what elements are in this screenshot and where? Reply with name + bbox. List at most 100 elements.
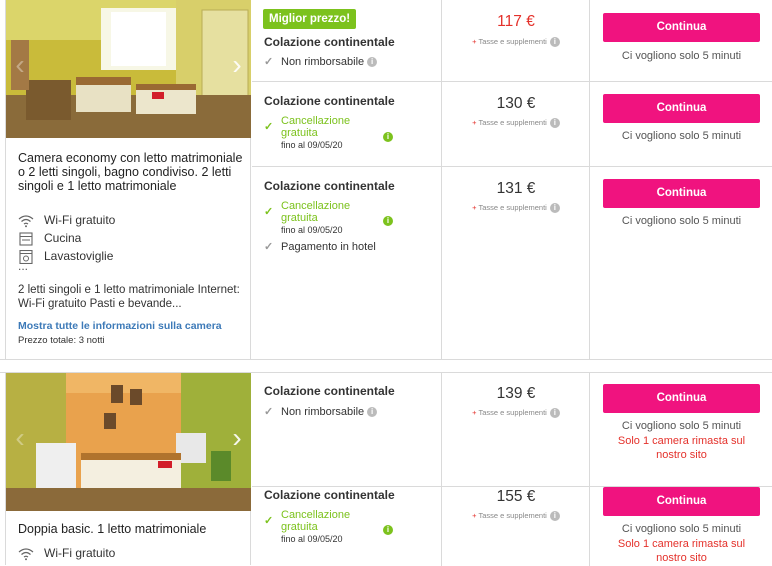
price: 139 € [496, 385, 536, 402]
info-icon[interactable]: i [549, 511, 560, 522]
condition-non-refundable: ✓ Non rimborsabile i [264, 405, 378, 418]
free-cancellation-label: Cancellazione [281, 115, 351, 127]
cta-cell: Continua Ci vogliono solo 5 minuti [591, 0, 772, 81]
condition-pay-at-hotel: ✓ Pagamento in hotel [264, 240, 376, 253]
continue-button[interactable]: Continua [603, 94, 760, 123]
room-info: ‹ › Camera economy con letto matrimonial… [5, 0, 251, 359]
amenity-item: Wi-Fi gratuito [18, 212, 115, 228]
price-cell: 117 € + Tasse e supplementi i [443, 0, 590, 81]
photo-prev-arrow[interactable]: ‹ [10, 423, 30, 453]
photo-next-arrow[interactable]: › [227, 423, 247, 453]
amenity-label: Lavastoviglie [44, 249, 114, 263]
price-cell: 155 € + Tasse e supplementi i [443, 487, 590, 566]
info-icon[interactable]: i [383, 525, 393, 535]
time-note: Ci vogliono solo 5 minuti [621, 215, 742, 227]
cta-cell: Continua Ci vogliono solo 5 minuti Solo … [591, 487, 772, 566]
wifi-icon [18, 214, 34, 228]
room-list: ‹ › Camera economy con letto matrimonial… [0, 0, 772, 566]
condition-label: Pagamento in hotel [281, 241, 376, 253]
room-photo-image [6, 0, 251, 138]
price-cell: 139 € + Tasse e supplementi i [443, 373, 590, 486]
availability-warning: Solo 1 camera rimasta sul nostro sito [617, 538, 746, 564]
amenity-item: Lavastoviglie [18, 248, 113, 264]
meal-plan: Colazione continentale [264, 488, 395, 502]
taxes-label: + Tasse e supplementi i [443, 511, 589, 522]
info-icon[interactable]: i [383, 216, 393, 226]
availability-warning: Solo 1 camera rimasta sul nostro sito [617, 435, 746, 461]
kitchen-icon [18, 232, 34, 246]
time-note: Ci vogliono solo 5 minuti [621, 523, 742, 535]
info-icon[interactable]: i [367, 407, 378, 418]
check-icon: ✓ [264, 406, 274, 418]
check-icon: ✓ [264, 515, 274, 527]
price-cell: 131 € + Tasse e supplementi i [443, 167, 590, 360]
condition-free-cancellation: ✓ Cancellazione gratuita fino al 09/05/20 [264, 115, 350, 151]
info-icon[interactable]: i [367, 57, 378, 68]
info-icon[interactable]: i [549, 37, 560, 48]
continue-button[interactable]: Continua [603, 13, 760, 42]
room-title: Camera economy con letto matrimoniale o … [18, 151, 243, 193]
cancel-until-date: fino al 09/05/20 [281, 140, 343, 150]
photo-next-arrow[interactable]: › [227, 50, 247, 80]
amenity-label: Wi-Fi gratuito [44, 546, 116, 560]
rate-option: Colazione continentale ✓ Cancellazione gra… [252, 82, 442, 166]
room-photo[interactable]: ‹ › [6, 373, 251, 511]
meal-plan: Colazione continentale [264, 35, 395, 49]
total-price-label: Prezzo totale: 3 notti [18, 335, 105, 346]
amenity-item: Cucina [18, 230, 81, 246]
taxes-label: + Tasse e supplementi i [443, 203, 589, 214]
price-cell: 130 € + Tasse e supplementi i [443, 82, 590, 166]
room-card: ‹ › Doppia basic. 1 letto matrimoniale W… [0, 372, 772, 566]
meal-plan: Colazione continentale [264, 94, 395, 108]
price: 155 € [496, 488, 536, 505]
condition-label: Non rimborsabile [281, 406, 365, 418]
continue-button[interactable]: Continua [603, 179, 760, 208]
cta-cell: Continua Ci vogliono solo 5 minuti Solo … [591, 373, 772, 486]
free-cancellation-label: Cancellazione [281, 509, 351, 521]
room-card: ‹ › Camera economy con letto matrimonial… [0, 0, 772, 360]
cancel-until-date: fino al 09/05/20 [281, 225, 343, 235]
time-note: Ci vogliono solo 5 minuti [621, 50, 742, 62]
room-photo-image [6, 373, 251, 511]
check-icon: ✓ [264, 56, 274, 68]
amenity-label: Wi-Fi gratuito [44, 213, 116, 227]
continue-button[interactable]: Continua [603, 384, 760, 413]
room-description: 2 letti singoli e 1 letto matrimoniale I… [18, 284, 240, 310]
continue-button[interactable]: Continua [603, 487, 760, 516]
price: 131 € [496, 180, 536, 197]
rate-option: Miglior prezzo! Colazione continentale ✓… [252, 0, 442, 81]
taxes-label: + Tasse e supplementi i [443, 118, 589, 129]
amenity-item: Wi-Fi gratuito [18, 545, 115, 561]
info-icon[interactable]: i [549, 408, 560, 419]
condition-non-refundable: ✓ Non rimborsabile i [264, 55, 378, 68]
info-icon[interactable]: i [549, 203, 560, 214]
price: 117 € [497, 13, 535, 30]
rate-option: Colazione continentale ✓ Cancellazione gra… [252, 487, 442, 566]
condition-free-cancellation: ✓ Cancellazione gratuita fino al 09/05/20 [264, 509, 350, 545]
check-icon: ✓ [264, 241, 274, 253]
check-icon: ✓ [264, 206, 274, 218]
wifi-icon [18, 547, 34, 561]
free-cancellation-label-2: gratuita [281, 127, 318, 139]
room-info: ‹ › Doppia basic. 1 letto matrimoniale W… [5, 373, 251, 565]
free-cancellation-label-2: gratuita [281, 212, 318, 224]
room-title: Doppia basic. 1 letto matrimoniale [18, 522, 207, 536]
best-price-badge: Miglior prezzo! [263, 9, 357, 29]
cta-cell: Continua Ci vogliono solo 5 minuti [591, 82, 772, 166]
time-note: Ci vogliono solo 5 minuti [621, 420, 742, 432]
more-amenities: ... [18, 259, 29, 273]
info-icon[interactable]: i [383, 132, 393, 142]
condition-label: Non rimborsabile [281, 56, 365, 68]
meal-plan: Colazione continentale [264, 384, 395, 398]
photo-prev-arrow[interactable]: ‹ [10, 50, 30, 80]
price: 130 € [496, 95, 536, 112]
free-cancellation-label: Cancellazione [281, 200, 351, 212]
condition-free-cancellation: ✓ Cancellazione gratuita fino al 09/05/20 [264, 200, 350, 236]
room-photo[interactable]: ‹ › [6, 0, 251, 138]
info-icon[interactable]: i [549, 118, 560, 129]
free-cancellation-label-2: gratuita [281, 521, 318, 533]
check-icon: ✓ [264, 121, 274, 133]
show-room-info-link[interactable]: Mostra tutte le informazioni sulla camer… [18, 320, 222, 332]
taxes-label: + Tasse e supplementi i [443, 37, 589, 48]
cta-cell: Continua Ci vogliono solo 5 minuti [591, 167, 772, 360]
